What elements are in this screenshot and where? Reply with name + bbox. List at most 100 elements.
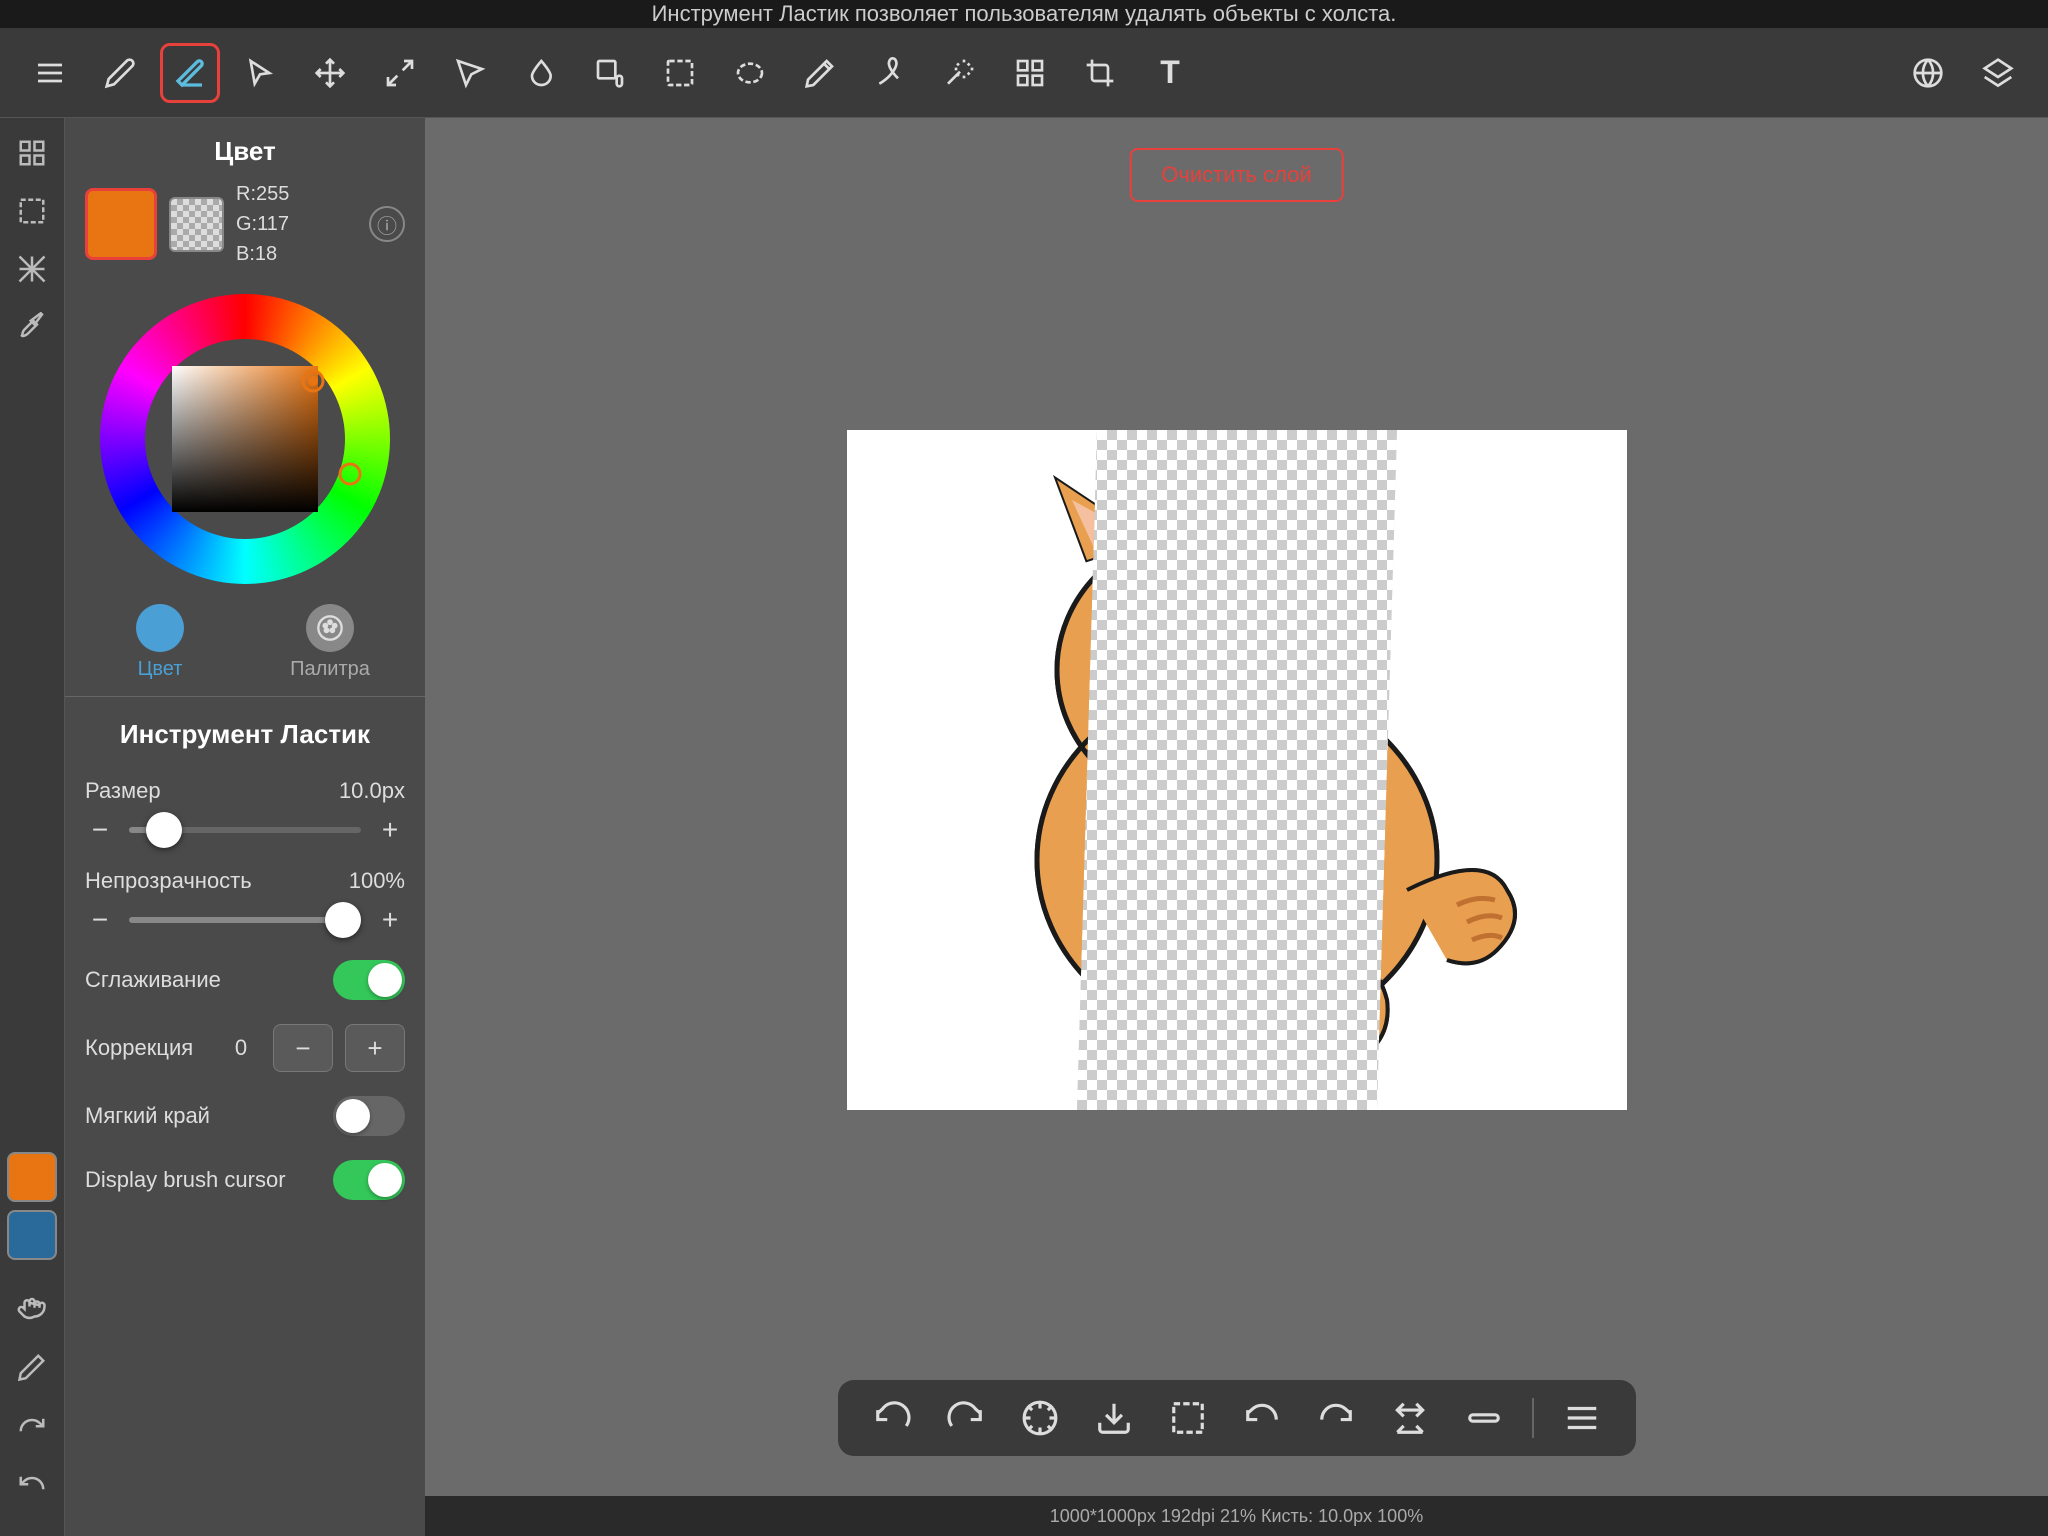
canvas-area: Очистить слой xyxy=(425,118,2048,1421)
smudge-tool[interactable] xyxy=(860,43,920,103)
size-slider-container: − + xyxy=(65,814,425,858)
text-tool[interactable]: T xyxy=(1140,43,1200,103)
opacity-increase-button[interactable]: + xyxy=(375,904,405,936)
transform-icon[interactable] xyxy=(7,244,57,294)
clear-layer-button[interactable]: Очистить слой xyxy=(1129,148,1344,202)
left-sidebar xyxy=(0,118,65,1536)
opacity-value: 100% xyxy=(335,868,405,894)
color-wheel-container[interactable] xyxy=(65,284,425,604)
menu-button[interactable] xyxy=(20,43,80,103)
redo-sidebar-icon[interactable] xyxy=(7,1400,57,1450)
lasso-tool[interactable] xyxy=(720,43,780,103)
correction-row: Коррекция 0 − + xyxy=(65,1012,425,1084)
canvas-frame[interactable] xyxy=(847,430,1627,1110)
correction-increase-button[interactable]: + xyxy=(345,1024,405,1072)
primary-color-swatch[interactable] xyxy=(85,188,157,260)
fill-tool[interactable] xyxy=(510,43,570,103)
size-label-row: Размер 10.0px xyxy=(65,768,425,814)
paint-bucket-tool[interactable] xyxy=(580,43,640,103)
soft-edge-label: Мягкий край xyxy=(85,1103,333,1129)
marquee-icon[interactable] xyxy=(7,186,57,236)
selector-tool[interactable] xyxy=(230,43,290,103)
brush-cursor-toggle[interactable] xyxy=(333,1160,405,1200)
rotate-cw-button[interactable] xyxy=(1310,1392,1362,1444)
palette-tab-label: Палитра xyxy=(290,658,370,681)
correction-label: Коррекция xyxy=(85,1035,209,1061)
pencil-tool[interactable] xyxy=(90,43,150,103)
undo-sidebar-icon[interactable] xyxy=(7,1458,57,1508)
color-mode-tabs: Цвет Палитра xyxy=(65,604,425,696)
brush-settings-button[interactable] xyxy=(1458,1392,1510,1444)
soft-edge-toggle[interactable] xyxy=(333,1096,405,1136)
color-swatch-sidebar[interactable] xyxy=(7,1152,57,1202)
opacity-slider-track[interactable] xyxy=(129,917,361,923)
bottom-toolbar xyxy=(838,1380,1636,1456)
save-button[interactable] xyxy=(1088,1392,1140,1444)
main-toolbar: T xyxy=(0,28,2048,118)
layers-tool[interactable] xyxy=(1968,43,2028,103)
smoothing-toggle-knob xyxy=(368,963,402,997)
size-slider-thumb[interactable] xyxy=(146,812,182,848)
notification-text: Инструмент Ластик позволяет пользователя… xyxy=(652,1,1397,27)
brush-cursor-label: Display brush cursor xyxy=(85,1167,333,1193)
rect-select-tool[interactable] xyxy=(650,43,710,103)
color-tab-icon xyxy=(136,604,184,652)
menu-dots-button[interactable] xyxy=(1556,1392,1608,1444)
redo-button[interactable] xyxy=(940,1392,992,1444)
opacity-slider-thumb[interactable] xyxy=(325,902,361,938)
move-tool[interactable] xyxy=(300,43,360,103)
freeform-tool[interactable] xyxy=(440,43,500,103)
undo-button[interactable] xyxy=(866,1392,918,1444)
color-swatches-row: R:255 G:117 B:18 ⓘ xyxy=(65,179,425,284)
color-picker-tool[interactable] xyxy=(790,43,850,103)
size-increase-button[interactable]: + xyxy=(375,814,405,846)
transform-button[interactable] xyxy=(1014,1392,1066,1444)
palette-tab-icon xyxy=(306,604,354,652)
resize-tool[interactable] xyxy=(370,43,430,103)
status-text: 1000*1000px 192dpi 21% Кисть: 10.0px 100… xyxy=(1050,1506,1423,1527)
opacity-decrease-button[interactable]: − xyxy=(85,904,115,936)
smoothing-toggle[interactable] xyxy=(333,960,405,1000)
toolbar-divider xyxy=(1532,1398,1534,1438)
color-wheel[interactable] xyxy=(100,294,390,584)
color-tab[interactable]: Цвет xyxy=(85,604,235,681)
correction-value: 0 xyxy=(221,1035,261,1061)
magic-wand-tool[interactable] xyxy=(930,43,990,103)
layers-grid-tool[interactable] xyxy=(1000,43,1060,103)
layers-panel-icon[interactable] xyxy=(7,128,57,178)
opacity-label: Непрозрачность xyxy=(85,868,323,894)
flip-button[interactable] xyxy=(1384,1392,1436,1444)
soft-edge-toggle-knob xyxy=(336,1099,370,1133)
secondary-color-swatch[interactable] xyxy=(169,197,224,252)
rotate-ccw-button[interactable] xyxy=(1236,1392,1288,1444)
opacity-slider-container: − + xyxy=(65,904,425,948)
eraser-tool[interactable] xyxy=(160,43,220,103)
crop-tool[interactable] xyxy=(1070,43,1130,103)
top-notification-bar: Инструмент Ластик позволяет пользователя… xyxy=(0,0,2048,28)
size-value: 10.0px xyxy=(335,778,405,804)
smoothing-label: Сглаживание xyxy=(85,967,333,993)
soft-edge-row: Мягкий край xyxy=(65,1084,425,1148)
size-slider-track[interactable] xyxy=(129,827,361,833)
hand-tool-icon[interactable] xyxy=(7,1284,57,1334)
globe-tool[interactable] xyxy=(1898,43,1958,103)
layer-swatch-sidebar[interactable] xyxy=(7,1210,57,1260)
select-button[interactable] xyxy=(1162,1392,1214,1444)
size-decrease-button[interactable]: − xyxy=(85,814,115,846)
color-info-button[interactable]: ⓘ xyxy=(369,206,405,242)
correction-decrease-button[interactable]: − xyxy=(273,1024,333,1072)
status-bar: 1000*1000px 192dpi 21% Кисть: 10.0px 100… xyxy=(425,1496,2048,1536)
eyedropper-icon[interactable] xyxy=(7,1342,57,1392)
panel-divider xyxy=(65,696,425,697)
brush-cursor-toggle-knob xyxy=(368,1163,402,1197)
cat-illustration xyxy=(847,430,1627,1110)
brush-icon[interactable] xyxy=(7,302,57,352)
color-rgb-values: R:255 G:117 B:18 xyxy=(236,179,357,269)
tool-section-title: Инструмент Ластик xyxy=(65,707,425,768)
smoothing-row: Сглаживание xyxy=(65,948,425,1012)
brush-cursor-row: Display brush cursor xyxy=(65,1148,425,1212)
color-tab-label: Цвет xyxy=(138,658,183,681)
size-label: Размер xyxy=(85,778,323,804)
properties-panel: Цвет R:255 G:117 B:18 ⓘ xyxy=(65,118,425,1536)
palette-tab[interactable]: Палитра xyxy=(255,604,405,681)
